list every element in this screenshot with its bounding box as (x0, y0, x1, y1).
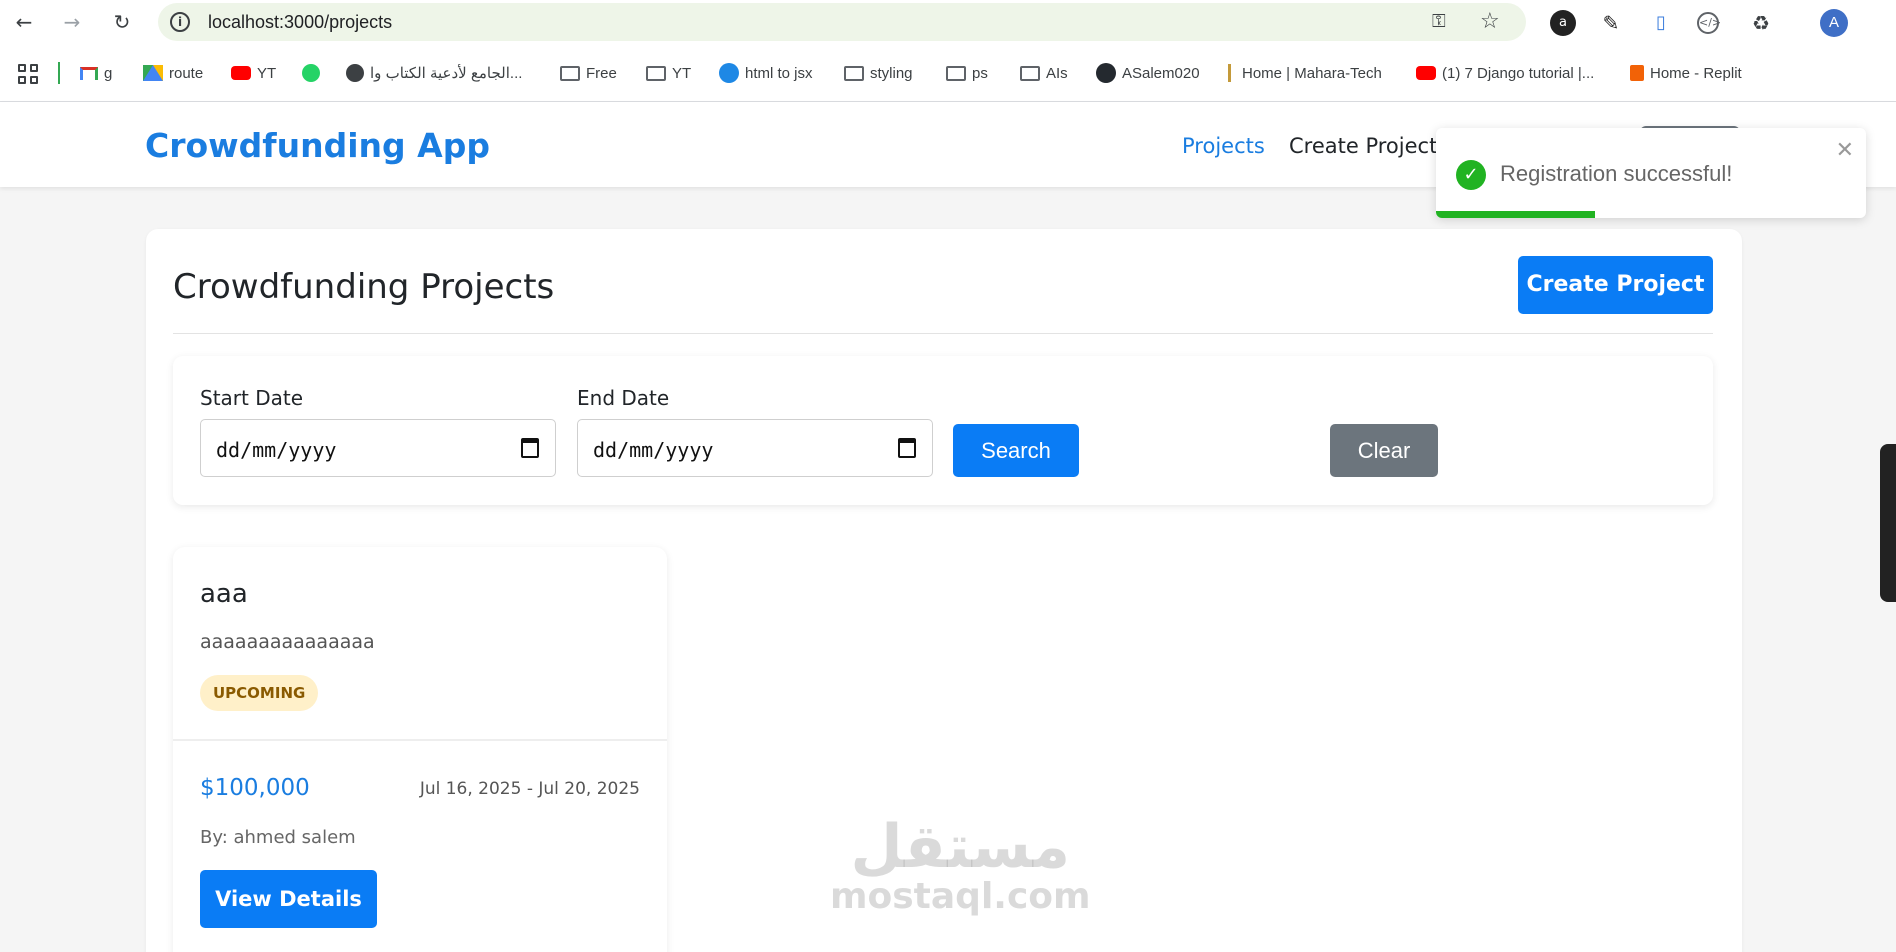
project-card: aaa aaaaaaaaaaaaaaa UPCOMING $100,000 Ju… (173, 547, 667, 952)
bookmark-label: YT (257, 64, 277, 82)
toast-message: Registration successful! (1500, 161, 1733, 186)
bookmark-label: YT (672, 64, 692, 82)
mahara-icon (1228, 64, 1236, 82)
bookmark-label: Home - Replit (1650, 64, 1742, 82)
globe-icon (346, 64, 364, 82)
bookmark-ais[interactable]: AIs (1020, 62, 1068, 84)
calendar-icon[interactable] (898, 438, 916, 458)
project-target: $100,000 (200, 775, 310, 801)
check-icon: ✓ (1456, 160, 1486, 190)
bookmark-ps[interactable]: ps (946, 62, 988, 84)
watermark: مستقل mostaql.com (830, 815, 1091, 915)
project-title: aaa (200, 579, 248, 609)
end-date-input[interactable]: dd/mm/yyyy (577, 419, 933, 477)
watermark-arabic: مستقل (850, 812, 1070, 882)
project-owner: By: ahmed salem (200, 827, 356, 848)
bookmark-star-icon[interactable]: ☆ (1480, 9, 1500, 34)
divider (173, 333, 1713, 334)
bookmark-label: AIs (1046, 64, 1068, 82)
toast-progress-bar (1436, 211, 1596, 218)
start-date-label: Start Date (200, 386, 304, 410)
bookmark-dua[interactable]: الجامع لأدعية الكتاب وا... (346, 62, 522, 84)
search-button[interactable]: Search (953, 424, 1079, 477)
nav-create-project[interactable]: Create Project (1289, 134, 1437, 158)
end-date-label: End Date (577, 386, 670, 410)
folder-icon (560, 65, 580, 81)
youtube-icon (1416, 66, 1436, 80)
success-toast: ✓ Registration successful! ✕ (1436, 128, 1866, 218)
transform-icon (719, 63, 739, 83)
bookmark-label: ASalem020 (1122, 64, 1200, 82)
back-icon[interactable]: ← (12, 10, 36, 34)
brand-logo[interactable]: Crowdfunding App (145, 126, 490, 165)
bookmark-html-to-jsx[interactable]: html to jsx (719, 62, 813, 84)
bookmark-label: الجامع لأدعية الكتاب وا... (370, 65, 523, 82)
drive-icon (143, 65, 163, 81)
site-info-icon[interactable]: i (170, 12, 190, 32)
project-description: aaaaaaaaaaaaaaa (200, 631, 375, 653)
start-date-input[interactable]: dd/mm/yyyy (200, 419, 556, 477)
bookmark-label: Free (586, 64, 617, 82)
profile-avatar[interactable]: A (1820, 9, 1848, 37)
bookmark-free[interactable]: Free (560, 62, 617, 84)
folder-icon (646, 65, 666, 81)
bookmark-label: (1) 7 Django tutorial |... (1442, 64, 1595, 82)
bookmark-replit[interactable]: Home - Replit (1630, 62, 1742, 84)
extension-code-icon[interactable]: </> (1697, 12, 1721, 34)
bookmark-github[interactable]: ASalem020 (1096, 62, 1200, 84)
replit-icon (1630, 65, 1644, 81)
gmail-icon (80, 66, 98, 80)
bookmark-label: html to jsx (745, 64, 813, 82)
status-badge: UPCOMING (200, 675, 319, 711)
bookmarks-separator (58, 62, 60, 84)
card-divider (173, 739, 667, 741)
date-filter: Start Date dd/mm/yyyy End Date dd/mm/yyy… (173, 356, 1713, 505)
bookmark-gmail[interactable]: g (80, 62, 112, 84)
bookmark-whatsapp[interactable] (302, 62, 320, 84)
address-bar[interactable]: i localhost:3000/projects ⚿ ☆ (158, 3, 1526, 41)
bookmark-mahara[interactable]: Home | Mahara-Tech (1228, 62, 1382, 84)
bookmark-styling[interactable]: styling (844, 62, 913, 84)
github-icon (1096, 63, 1116, 83)
bookmark-django[interactable]: (1) 7 Django tutorial |... (1416, 62, 1594, 84)
calendar-icon[interactable] (521, 438, 539, 458)
reload-icon[interactable]: ↻ (110, 10, 134, 34)
password-key-icon[interactable]: ⚿ (1432, 11, 1446, 32)
url-text[interactable]: localhost:3000/projects (208, 12, 392, 33)
page-title: Crowdfunding Projects (173, 267, 555, 307)
project-dates: Jul 16, 2025 - Jul 20, 2025 (419, 779, 640, 799)
bookmark-label: g (104, 64, 113, 82)
bookmark-label: ps (972, 64, 988, 82)
folder-icon (946, 65, 966, 81)
apps-grid-icon[interactable] (18, 64, 38, 84)
whatsapp-icon (302, 64, 320, 82)
create-project-button[interactable]: Create Project (1518, 256, 1713, 314)
folder-icon (1020, 65, 1040, 81)
youtube-icon (231, 66, 251, 80)
nav-projects[interactable]: Projects (1182, 134, 1265, 158)
bookmark-label: route (169, 64, 204, 82)
view-details-button[interactable]: View Details (200, 870, 377, 928)
extension-ai-icon[interactable]: a (1550, 10, 1576, 36)
folder-icon (844, 65, 864, 81)
color-picker-icon[interactable]: ✎ (1598, 10, 1624, 36)
bookmark-label: styling (870, 64, 913, 82)
extension-phone-icon[interactable]: ▯ (1648, 10, 1674, 36)
browser-toolbar: ← → ↻ i localhost:3000/projects ⚿ ☆ a ✎ … (0, 0, 1896, 44)
forward-icon[interactable]: → (60, 10, 84, 34)
bookmark-yt-folder[interactable]: YT (646, 62, 691, 84)
extensions-puzzle-icon[interactable]: ♻ (1748, 10, 1774, 36)
bookmark-label: Home | Mahara-Tech (1242, 64, 1382, 82)
start-date-value: dd/mm/yyyy (216, 438, 337, 462)
end-date-value: dd/mm/yyyy (593, 438, 714, 462)
side-toolbar[interactable] (1880, 444, 1896, 602)
clear-button[interactable]: Clear (1330, 424, 1438, 477)
close-icon[interactable]: ✕ (1836, 138, 1854, 163)
watermark-latin: mostaql.com (830, 876, 1091, 917)
bookmark-yt[interactable]: YT (231, 62, 276, 84)
bookmark-route[interactable]: route (143, 62, 203, 84)
